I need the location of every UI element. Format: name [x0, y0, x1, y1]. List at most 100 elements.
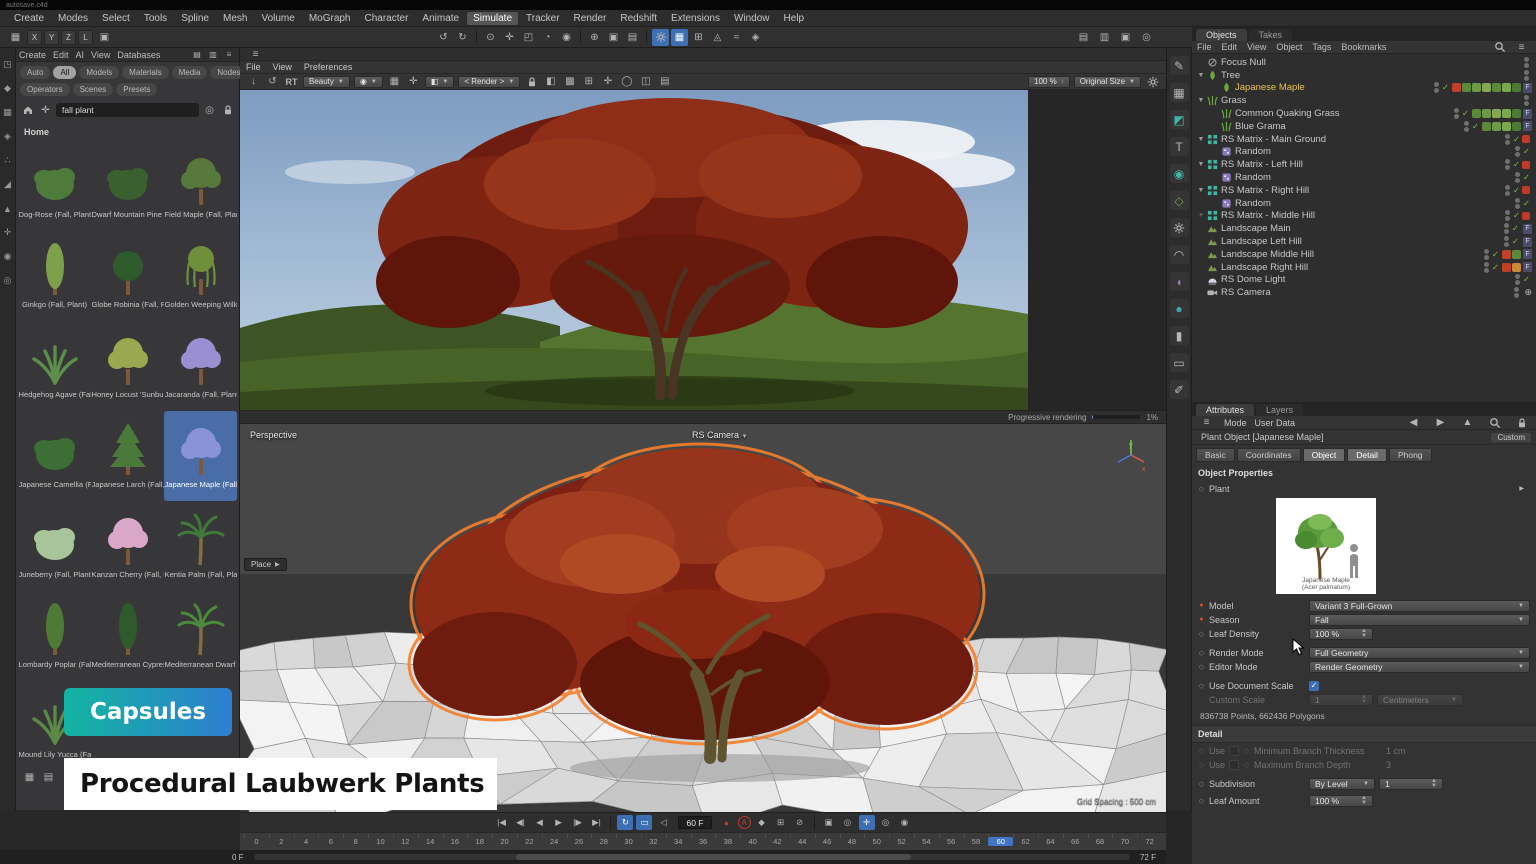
visibility-toggles[interactable] — [1515, 172, 1520, 183]
snap-keys-button[interactable]: ✛ — [859, 815, 875, 830]
menu-redshift[interactable]: Redshift — [614, 12, 663, 25]
filter-tab-auto[interactable]: Auto — [20, 66, 50, 79]
target-filter-icon[interactable]: ◎ — [203, 104, 216, 117]
undo-icon[interactable]: ↺ — [435, 29, 452, 46]
size-dropdown[interactable]: Original Size▼ — [1074, 76, 1141, 88]
generator-icon[interactable]: ◇ — [1170, 191, 1189, 210]
object-row[interactable]: Blue Grama✓F — [1192, 120, 1536, 133]
asset-menu-ai[interactable]: AI — [76, 50, 85, 60]
keyframe-dot[interactable]: ◇ — [1198, 630, 1205, 638]
subdivision-mode-dropdown[interactable]: By Level▼ — [1309, 778, 1375, 790]
tab-layers[interactable]: Layers — [1256, 404, 1303, 416]
objects-menu-bookmarks[interactable]: Bookmarks — [1341, 42, 1386, 52]
filter-tab-presets[interactable]: Presets — [116, 83, 157, 96]
goto-end-button[interactable]: ▶| — [588, 815, 604, 830]
asset-item[interactable]: Juneberry (Fall, Plant) — [18, 501, 91, 591]
menu-create[interactable]: Create — [8, 12, 50, 25]
range-end[interactable]: 72 F — [1140, 853, 1156, 862]
scale-tool-icon[interactable]: ◰ — [520, 29, 537, 46]
enabled-check-icon[interactable]: ✓ — [1492, 262, 1499, 273]
axis-l-button[interactable]: L — [78, 30, 93, 45]
material-swatch[interactable] — [1512, 109, 1521, 118]
simulation-icon[interactable]: ≈ — [728, 29, 745, 46]
lock-icon[interactable] — [1513, 414, 1530, 431]
attr-tab-object[interactable]: Object — [1303, 448, 1346, 462]
use-checkbox[interactable] — [1229, 760, 1239, 770]
object-row[interactable]: ▼RS Matrix - Right Hill✓ — [1192, 184, 1536, 197]
spinner[interactable]: ▲▼ — [1361, 629, 1367, 639]
attr-tab-phong[interactable]: Phong — [1389, 448, 1432, 462]
menu-modes[interactable]: Modes — [52, 12, 94, 25]
axis-z-button[interactable]: Z — [61, 30, 76, 45]
menu-volume[interactable]: Volume — [255, 12, 300, 25]
rotate-tool-icon[interactable]: ◔ — [539, 29, 556, 46]
asset-item[interactable]: Dwarf Mountain Pine (... — [91, 141, 164, 231]
menu-mograph[interactable]: MoGraph — [303, 12, 357, 25]
key-scale-button[interactable]: ⊞ — [773, 815, 789, 830]
save-image-icon[interactable]: ↓ — [245, 73, 262, 90]
marker-button[interactable]: ◎ — [878, 815, 894, 830]
visibility-toggles[interactable] — [1505, 185, 1510, 196]
place-tool-tab[interactable]: Place▶ — [244, 558, 287, 571]
field-icon[interactable]: ◉ — [1170, 164, 1189, 183]
key-rotation-button[interactable]: ⊘ — [792, 815, 808, 830]
filter-tab-operators[interactable]: Operators — [20, 83, 70, 96]
render-pass-dropdown[interactable]: Beauty▼ — [303, 76, 350, 88]
keyframe-dot[interactable]: ◇ — [1198, 747, 1205, 755]
object-row[interactable]: Landscape Right Hill✓F — [1192, 261, 1536, 274]
use-checkbox[interactable] — [1229, 746, 1239, 756]
enabled-check-icon[interactable]: ✓ — [1512, 223, 1519, 234]
keyframe-dot[interactable]: ● — [1198, 602, 1205, 609]
timeline-range-bar[interactable]: 0 F 72 F — [0, 850, 1166, 864]
enabled-check-icon[interactable]: ✓ — [1472, 121, 1479, 132]
material-swatch[interactable] — [1502, 122, 1511, 131]
mode-menu[interactable]: Mode — [1224, 418, 1247, 428]
history-icon[interactable]: ↺ — [264, 73, 281, 90]
material-swatch[interactable] — [1472, 83, 1481, 92]
asset-menu-databases[interactable]: Databases — [117, 50, 160, 60]
asset-item[interactable]: Mediterranean Dwarf ... — [164, 591, 237, 681]
attr-tab-coordinates[interactable]: Coordinates — [1237, 448, 1301, 462]
material-swatch[interactable] — [1512, 250, 1521, 259]
panel-menu-icon[interactable]: ≡ — [247, 46, 264, 63]
custom-button[interactable]: Custom — [1491, 433, 1531, 442]
season-dropdown[interactable]: Fall▼ — [1309, 614, 1530, 626]
dock-icon[interactable]: ▤ — [191, 49, 203, 61]
tag-badge[interactable]: F — [1523, 224, 1532, 234]
material-swatch[interactable] — [1492, 122, 1501, 131]
object-row[interactable]: Focus Null — [1192, 56, 1536, 69]
axis-x-button[interactable]: X — [27, 30, 42, 45]
asset-item[interactable]: Dog-Rose (Fall, Plant) — [18, 141, 91, 231]
panel-menu-icon[interactable]: ≡ — [223, 49, 235, 61]
display-icon[interactable]: ▭ — [1170, 353, 1189, 372]
enabled-check-icon[interactable]: ✓ — [1523, 172, 1530, 183]
lock-render-icon[interactable] — [523, 73, 540, 90]
asset-item[interactable]: Hedgehog Agave (Fall... — [18, 321, 91, 411]
layout-save-icon[interactable]: ▤ — [1075, 29, 1092, 46]
menu-window[interactable]: Window — [728, 12, 776, 25]
up-icon[interactable]: ▲ — [1459, 414, 1476, 431]
point-mode-icon[interactable]: ∴ — [1, 154, 14, 167]
expander-icon[interactable]: ▼ — [1196, 136, 1206, 143]
tag-badge[interactable]: F — [1523, 83, 1532, 93]
deformer-icon[interactable] — [1170, 218, 1189, 237]
redshift-object-icon[interactable] — [1522, 212, 1530, 220]
menu-simulate[interactable]: Simulate — [467, 12, 518, 25]
pick-color-icon[interactable]: ✛ — [405, 73, 422, 90]
menu-tracker[interactable]: Tracker — [520, 12, 566, 25]
visibility-toggles[interactable] — [1515, 198, 1520, 209]
enable-axis-icon[interactable]: ✛ — [1, 226, 14, 239]
add-path-icon[interactable]: ✛ — [39, 104, 52, 117]
keyframe-dot[interactable]: ◇ — [1198, 682, 1205, 690]
tag-badge[interactable]: F — [1523, 262, 1532, 272]
screenshot-icon[interactable]: ▣ — [1117, 29, 1134, 46]
workplane-mode-icon[interactable]: ◈ — [1, 130, 14, 143]
visibility-toggles[interactable] — [1524, 70, 1529, 81]
lens-dropdown[interactable]: ◉▼ — [354, 76, 383, 88]
material-swatch[interactable] — [1502, 263, 1511, 272]
objects-menu-view[interactable]: View — [1247, 42, 1266, 52]
material-swatch[interactable] — [1502, 109, 1511, 118]
sphere-icon[interactable]: ● — [1170, 299, 1189, 318]
plant-preview-thumbnail[interactable]: Japanese Maple (Acer palmatum) — [1276, 498, 1376, 594]
menu-animate[interactable]: Animate — [416, 12, 465, 25]
